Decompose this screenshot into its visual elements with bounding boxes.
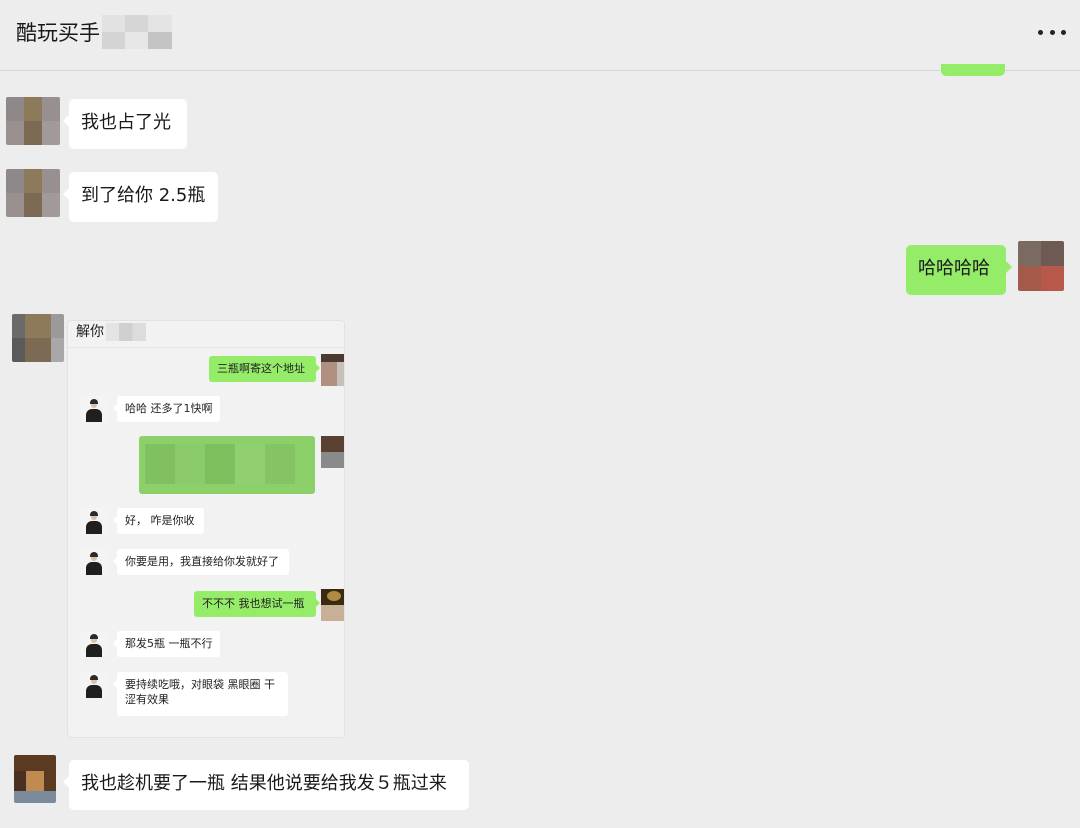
message-bubble: 不不不 我也想试一瓶 [194,591,320,617]
contact-avatar [81,631,107,657]
my-avatar [321,354,344,386]
redacted-name-mosaic [106,323,146,341]
my-avatar[interactable] [1018,241,1064,291]
message-bubble: 要持续吃哦，对眼袋 黑眼圈 干 涩有效果 [113,672,288,716]
avatar[interactable] [6,97,60,145]
embedded-chat-title-wrap: 解你 [76,321,146,343]
contact-avatar [81,508,107,534]
message-bubble: 三瓶啊寄这个地址 [209,356,320,382]
contact-avatar [81,549,107,575]
contact-avatar [81,396,107,422]
message-bubble[interactable]: 到了给你 2.5瓶 [63,172,218,222]
message-bubble: 你要是用，我直接给你发就好了 [113,549,289,575]
redacted-name-mosaic [102,15,172,49]
message-line: 要持续吃哦，对眼袋 黑眼圈 干 [125,678,275,691]
message-bubble[interactable]: 哈哈哈哈 [906,245,1012,295]
avatar[interactable] [14,755,56,803]
message-bubble[interactable]: 我也占了光 [63,99,187,149]
message-line: 涩有效果 [125,693,169,706]
chat-title: 酷玩买手 [16,21,100,45]
divider [68,347,344,348]
contact-avatar [81,672,107,698]
screenshot-image-message[interactable]: 解你 三瓶啊寄这个地址 哈哈 还多了1快啊 好， 咋是你收 你要是用，我直接给你… [67,320,345,738]
message-bubble: 那发5瓶 一瓶不行 [113,631,220,657]
message-bubble: 好， 咋是你收 [113,508,204,534]
more-options-icon[interactable] [1038,22,1066,42]
blurred-message-bubble [139,436,315,494]
my-avatar [321,589,344,621]
cropped-outgoing-bubble [941,64,1005,76]
embedded-chat-title: 解你 [76,324,104,340]
chat-header: 酷玩买手 [0,0,1080,71]
message-bubble[interactable]: 我也趁机要了一瓶 结果他说要给我发５瓶过来 [63,760,469,810]
my-avatar [321,436,344,468]
avatar[interactable] [6,169,60,217]
avatar[interactable] [12,314,64,362]
message-bubble: 哈哈 还多了1快啊 [113,396,220,422]
chat-title-wrap: 酷玩买手 [16,14,172,50]
